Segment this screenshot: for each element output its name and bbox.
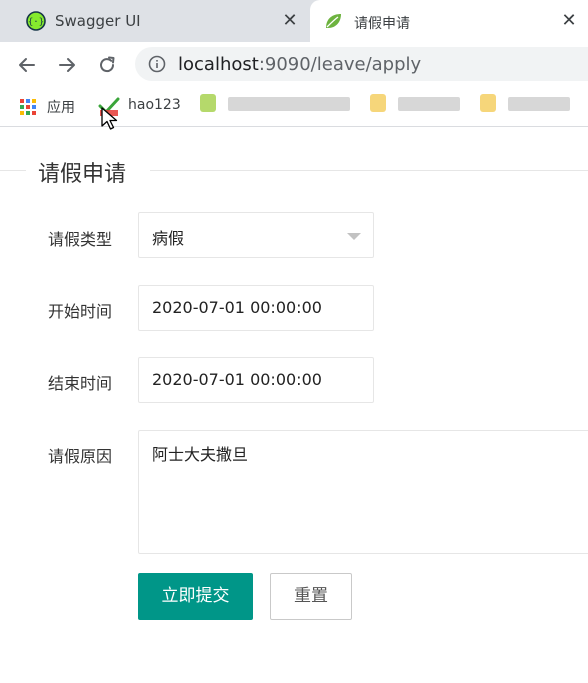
apps-grid-icon [20,99,36,115]
blurred-bookmark-icon [200,94,216,112]
blurred-bookmark-icon [480,94,496,112]
svg-text:{·}: {·} [28,18,44,28]
submit-button[interactable]: 立即提交 [138,573,253,620]
url-host: localhost [178,54,259,75]
start-time-value: 2020-07-01 00:00:00 [152,298,322,317]
bookmark-apps[interactable]: 应用 [20,96,82,118]
tab-swagger-ui[interactable]: {·} Swagger UI ✕ [0,0,310,42]
blurred-bookmark[interactable] [508,97,570,111]
close-icon[interactable]: ✕ [558,10,580,32]
arrow-right-icon [59,58,75,72]
url-text: localhost:9090/leave/apply [178,54,421,75]
fieldset-border [0,170,26,171]
leave-type-select[interactable]: 病假 [138,212,374,258]
end-time-value: 2020-07-01 00:00:00 [152,370,322,389]
tab-leave-apply[interactable]: 请假申请 ✕ [310,0,588,42]
reason-value: 阿士大夫撒旦 [152,445,249,464]
address-bar[interactable]: localhost:9090/leave/apply [135,47,588,81]
reload-button[interactable] [94,52,120,78]
forward-button[interactable] [54,52,80,78]
back-button[interactable] [14,52,40,78]
browser-toolbar: localhost:9090/leave/apply [0,42,588,87]
leave-type-value: 病假 [152,229,185,248]
tab-strip: {·} Swagger UI ✕ 请假申请 ✕ [0,0,588,42]
tab-title: Swagger UI [55,12,141,30]
reset-button[interactable]: 重置 [270,573,352,620]
arrow-left-icon [19,58,35,72]
reason-label: 请假原因 [48,447,113,466]
url-path: :9090/leave/apply [258,54,422,75]
info-icon[interactable] [148,55,166,73]
fieldset-border [150,170,588,171]
start-time-input[interactable]: 2020-07-01 00:00:00 [138,285,374,331]
blurred-bookmark[interactable] [398,97,460,111]
swagger-icon: {·} [26,11,46,31]
bookmark-label: 应用 [47,100,75,116]
reason-textarea[interactable]: 阿士大夫撒旦 [138,430,588,554]
triangle-down-icon [347,233,361,240]
bookmarks-bar: 应用 hao123 [0,87,588,127]
page-title: 请假申请 [38,162,127,187]
reload-icon [100,56,115,73]
spring-leaf-icon [326,14,341,28]
mouse-cursor-icon [101,107,118,130]
blurred-bookmark-icon [370,94,386,112]
blurred-bookmark[interactable] [228,97,350,111]
start-time-label: 开始时间 [48,302,113,321]
leave-type-label: 请假类型 [48,230,113,249]
end-time-label: 结束时间 [48,374,113,393]
close-icon[interactable]: ✕ [279,10,301,32]
bookmark-label: hao123 [128,97,181,113]
end-time-input[interactable]: 2020-07-01 00:00:00 [138,357,374,403]
tab-title: 请假申请 [354,16,410,32]
